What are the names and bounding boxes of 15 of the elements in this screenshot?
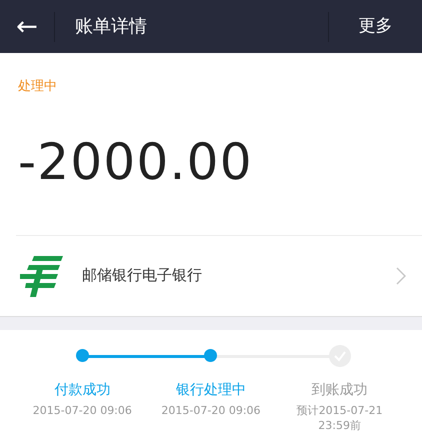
step-time: 预计2015-07-21 23:59前 (296, 402, 384, 432)
step-label: 银行处理中 (176, 380, 246, 400)
bank-name: 邮储银行电子银行 (82, 265, 203, 286)
amount-text: -2000.00 (18, 136, 254, 186)
page-title: 账单详情 (75, 15, 148, 39)
step-time: 2015-07-20 09:06 (32, 402, 132, 418)
step-label: 付款成功 (54, 380, 110, 400)
chevron-right-icon (396, 266, 406, 284)
bank-row[interactable]: 邮储银行电子银行 (0, 236, 422, 316)
bank-logo-icon (20, 254, 64, 296)
back-icon[interactable]: ← (0, 14, 54, 40)
step-label: 到账成功 (312, 380, 368, 400)
status-text: 处理中 (18, 78, 58, 96)
step-time: 2015-07-20 09:06 (160, 402, 261, 418)
more-button[interactable]: 更多 (329, 14, 422, 40)
